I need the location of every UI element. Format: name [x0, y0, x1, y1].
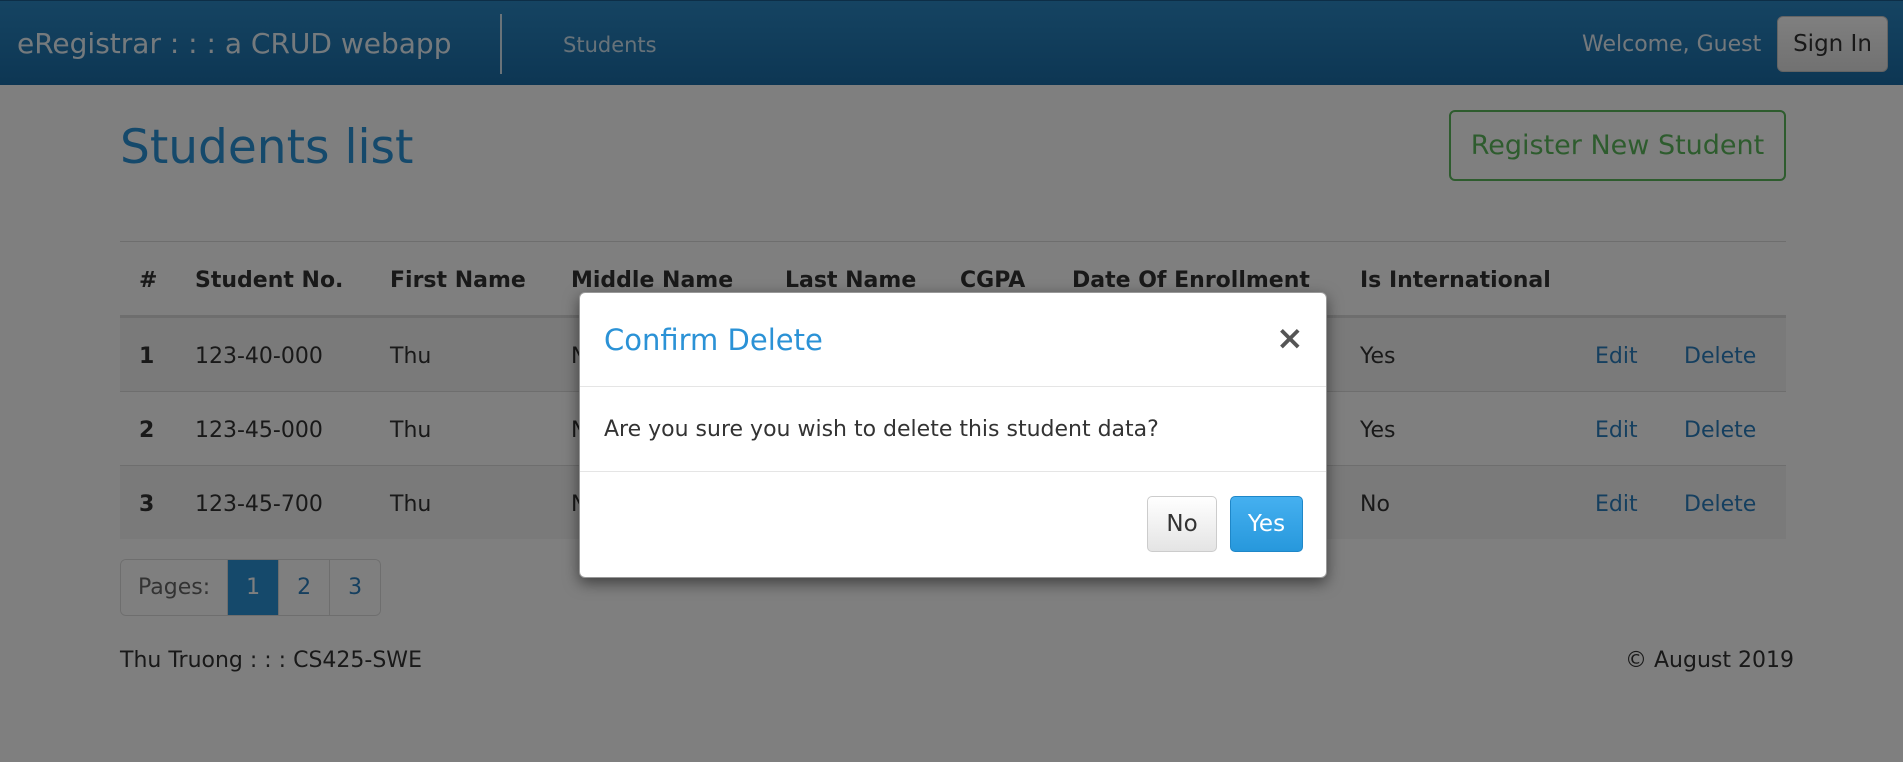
- close-icon[interactable]: ×: [1276, 321, 1304, 354]
- confirm-delete-dialog: Confirm Delete × Are you sure you wish t…: [579, 292, 1327, 578]
- modal-header-divider: [580, 386, 1326, 387]
- modal-message: Are you sure you wish to delete this stu…: [604, 417, 1159, 442]
- yes-button[interactable]: Yes: [1230, 496, 1303, 552]
- modal-footer-divider: [580, 471, 1326, 472]
- no-button[interactable]: No: [1147, 496, 1217, 552]
- modal-title: Confirm Delete: [604, 323, 823, 357]
